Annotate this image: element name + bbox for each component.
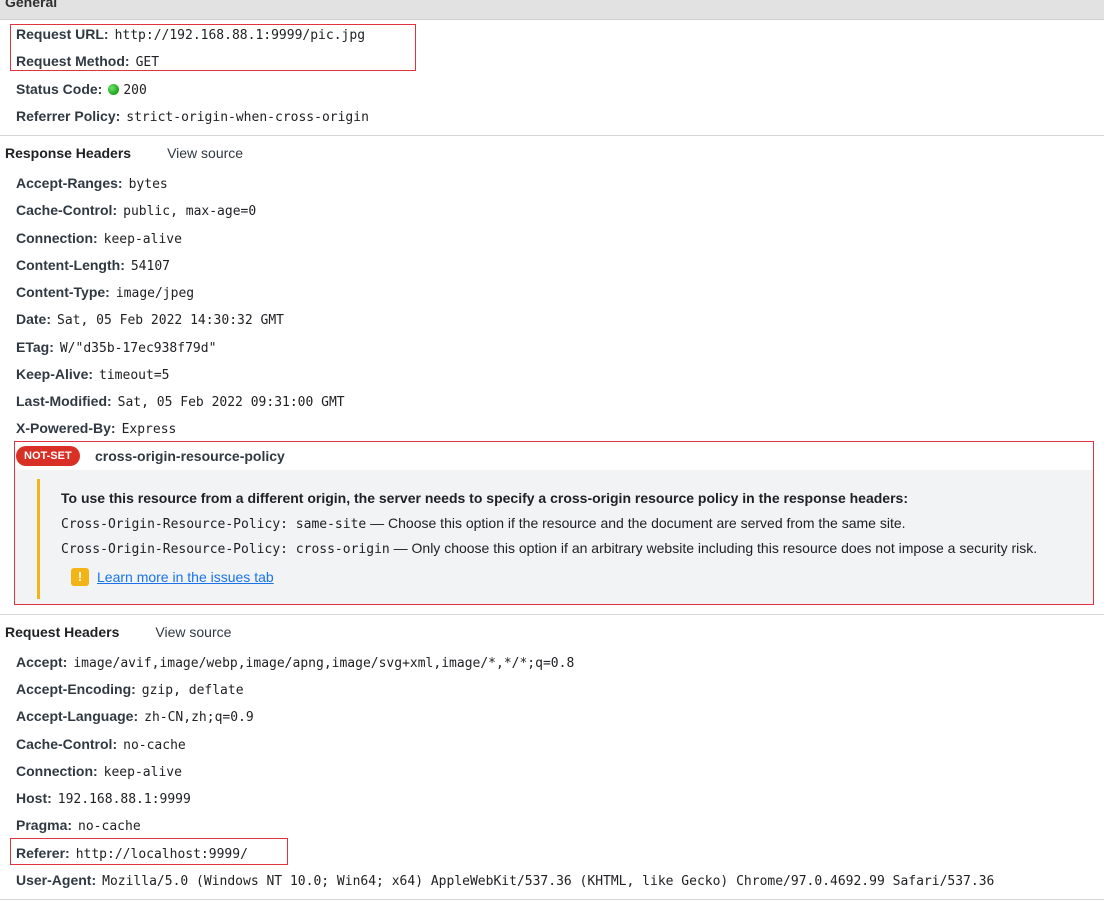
header-key: X-Powered-By: <box>16 420 116 436</box>
section-divider <box>0 614 1104 615</box>
header-row: Connection: keep-alive <box>16 760 182 782</box>
status-ok-icon <box>108 84 120 95</box>
cors-option-code: Cross-Origin-Resource-Policy: cross-orig… <box>61 542 390 557</box>
header-key: Keep-Alive: <box>16 366 94 382</box>
header-value: Mozilla/5.0 (Windows NT 10.0; Win64; x64… <box>102 874 995 889</box>
header-key: Content-Length: <box>16 257 125 273</box>
header-key: Connection: <box>16 763 98 779</box>
highlight-box <box>10 838 288 865</box>
header-key: Content-Type: <box>16 284 110 300</box>
header-row: Connection: keep-alive <box>16 227 182 249</box>
header-value: keep-alive <box>103 232 182 247</box>
header-row: Host: 192.168.88.1:9999 <box>16 787 191 809</box>
header-key: Accept-Ranges: <box>16 175 123 191</box>
request-headers-title: Request Headers <box>5 624 120 640</box>
header-key: Pragma: <box>16 817 73 833</box>
header-value: strict-origin-when-cross-origin <box>126 110 369 125</box>
header-row: ETag: W/"d35b-17ec938f79d" <box>16 336 216 358</box>
header-key: Accept: <box>16 654 68 670</box>
header-row: X-Powered-By: Express <box>16 417 176 439</box>
status-code-row: Status Code: 200 <box>16 78 147 100</box>
header-key: User-Agent: <box>16 872 97 888</box>
header-row: Content-Type: image/jpeg <box>16 281 194 303</box>
header-key: ETag: <box>16 339 54 355</box>
response-headers-title: Response Headers <box>5 145 132 161</box>
header-value: keep-alive <box>103 765 182 780</box>
header-value: timeout=5 <box>99 368 170 383</box>
header-row: Pragma: no-cache <box>16 814 141 836</box>
response-view-source-link[interactable]: View source <box>167 145 243 161</box>
header-value: 200 <box>123 83 147 98</box>
header-key: Connection: <box>16 230 98 246</box>
header-key: Date: <box>16 311 52 327</box>
header-row: Accept-Encoding: gzip, deflate <box>16 678 244 700</box>
header-row: Content-Length: 54107 <box>16 254 170 276</box>
header-value: 54107 <box>130 259 170 274</box>
header-row: Keep-Alive: timeout=5 <box>16 363 169 385</box>
header-row: Date: Sat, 05 Feb 2022 14:30:32 GMT <box>16 308 284 330</box>
header-value: Sat, 05 Feb 2022 09:31:00 GMT <box>117 395 345 410</box>
header-key: Accept-Language: <box>16 708 139 724</box>
header-row: Accept-Language: zh-CN,zh;q=0.9 <box>16 705 254 727</box>
header-value: W/"d35b-17ec938f79d" <box>59 341 217 356</box>
cors-option-same-site: Cross-Origin-Resource-Policy: same-site … <box>61 511 906 535</box>
request-view-source-link[interactable]: View source <box>155 624 231 640</box>
header-row: Cache-Control: no-cache <box>16 733 186 755</box>
header-value: gzip, deflate <box>141 683 244 698</box>
header-row: Last-Modified: Sat, 05 Feb 2022 09:31:00 … <box>16 390 345 412</box>
header-key: Accept-Encoding: <box>16 681 136 697</box>
section-divider <box>0 899 1104 900</box>
warning-icon: ! <box>71 568 89 586</box>
highlight-box <box>10 24 416 71</box>
header-key: Host: <box>16 790 52 806</box>
header-key: Last-Modified: <box>16 393 112 409</box>
header-value: public, max-age=0 <box>123 204 257 219</box>
header-value: Express <box>121 422 177 437</box>
header-row: User-Agent: Mozilla/5.0 (Windows NT 10.0;… <box>16 869 994 891</box>
header-row: Cache-Control: public, max-age=0 <box>16 199 256 221</box>
header-key: Referrer Policy: <box>16 108 121 124</box>
general-section-header[interactable]: General <box>0 0 1104 20</box>
cors-details: To use this resource from a different or… <box>15 470 1093 604</box>
header-value: 192.168.88.1:9999 <box>57 792 191 807</box>
section-divider <box>0 135 1104 136</box>
warning-accent-bar <box>37 479 40 599</box>
cors-option-text: — Only choose this option if an arbitrar… <box>389 540 1038 556</box>
referrer-policy-row: Referrer Policy: strict-origin-when-cross… <box>16 105 369 127</box>
cors-option-cross-origin: Cross-Origin-Resource-Policy: cross-orig… <box>61 536 1037 560</box>
request-headers-header[interactable]: Request Headers View source <box>5 621 231 643</box>
cors-policy-header[interactable]: NOT-SET cross-origin-resource-policy <box>15 442 1093 470</box>
not-set-badge: NOT-SET <box>16 446 80 466</box>
cors-option-text: — Choose this option if the resource and… <box>366 515 906 531</box>
learn-more-link[interactable]: Learn more in the issues tab <box>97 566 274 588</box>
cors-heading: To use this resource from a different or… <box>61 490 908 506</box>
header-key: Status Code: <box>16 81 103 97</box>
cors-option-code: Cross-Origin-Resource-Policy: same-site <box>61 517 367 532</box>
header-value: no-cache <box>78 819 141 834</box>
response-headers-header[interactable]: Response Headers View source <box>5 142 243 164</box>
cors-header-name: cross-origin-resource-policy <box>95 448 285 464</box>
general-title: General <box>5 0 58 10</box>
header-value: zh-CN,zh;q=0.9 <box>144 710 254 725</box>
header-value: image/avif,image/webp,image/apng,image/s… <box>73 656 575 671</box>
header-value: Sat, 05 Feb 2022 14:30:32 GMT <box>57 313 284 328</box>
header-value: bytes <box>128 177 168 192</box>
header-key: Cache-Control: <box>16 202 118 218</box>
header-key: Cache-Control: <box>16 736 118 752</box>
header-row: Accept-Ranges: bytes <box>16 172 168 194</box>
header-value: no-cache <box>123 738 186 753</box>
header-value: image/jpeg <box>115 286 195 301</box>
cors-policy-issue: NOT-SET cross-origin-resource-policy To … <box>14 441 1094 605</box>
header-row: Accept: image/avif,image/webp,image/apng,… <box>16 651 574 673</box>
